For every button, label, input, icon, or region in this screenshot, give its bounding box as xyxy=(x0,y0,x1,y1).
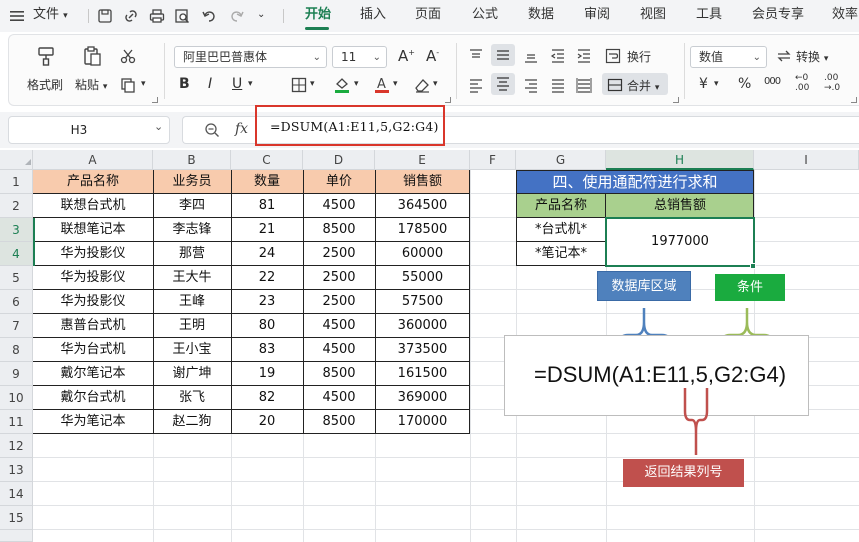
return-column-label: 返回结果列号 xyxy=(623,459,744,487)
return-column-bracket xyxy=(683,388,709,455)
